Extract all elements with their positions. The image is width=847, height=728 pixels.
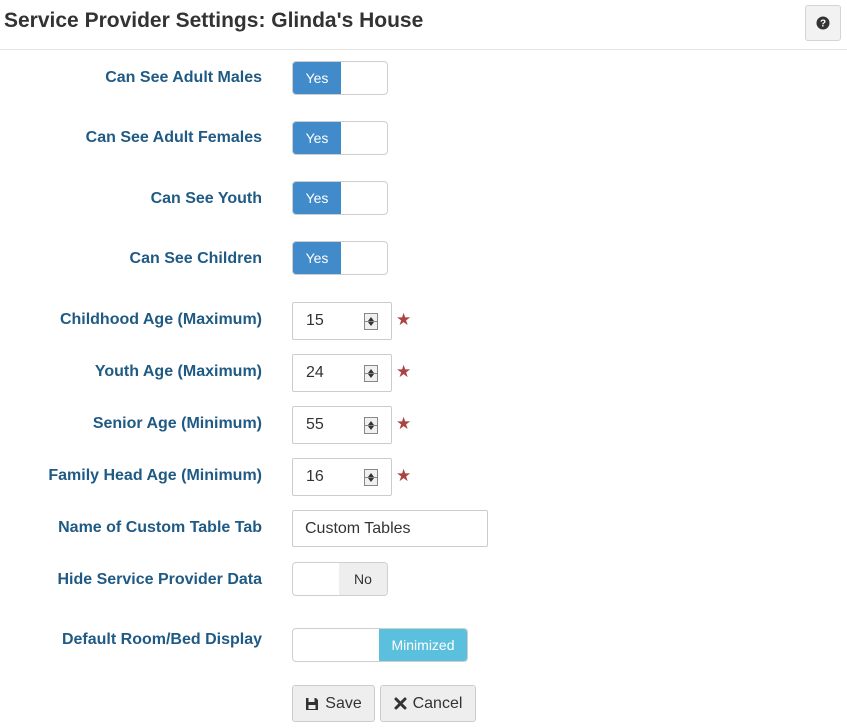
input-value: 15 (306, 312, 324, 329)
page-title: Service Provider Settings: Glinda's Hous… (4, 9, 424, 32)
required-star-icon: ★ (396, 466, 412, 485)
custom-table-tab-input[interactable] (292, 510, 488, 547)
toggle-on-label: Yes (293, 62, 341, 94)
input-value: 16 (306, 468, 324, 485)
label-senior-age-min: Senior Age (Minimum) (92, 415, 262, 432)
number-spinner[interactable] (364, 365, 378, 382)
question-circle-icon: ? (816, 16, 830, 30)
required-star-icon: ★ (396, 362, 412, 381)
page-header: Service Provider Settings: Glinda's Hous… (0, 0, 847, 50)
toggle-default-room-bed-display[interactable]: Minimized (292, 628, 468, 662)
toggle-off-label: No (339, 563, 387, 595)
number-spinner[interactable] (364, 417, 378, 434)
save-button-label: Save (325, 694, 362, 712)
label-hide-service-provider-data: Hide Service Provider Data (57, 571, 262, 588)
toggle-hide-service-provider-data[interactable]: No (292, 562, 388, 596)
number-spinner[interactable] (364, 469, 378, 486)
save-button[interactable]: Save (292, 685, 375, 722)
toggle-can-see-adult-females[interactable]: Yes (292, 121, 388, 155)
childhood-age-max-input[interactable]: 15 (292, 302, 392, 340)
input-value: 24 (306, 364, 324, 381)
label-can-see-adult-males: Can See Adult Males (105, 69, 262, 86)
label-custom-table-tab: Name of Custom Table Tab (58, 519, 262, 536)
label-childhood-age-max: Childhood Age (Maximum) (59, 311, 262, 328)
number-spinner[interactable] (364, 313, 378, 330)
floppy-disk-icon (306, 697, 319, 710)
senior-age-min-input[interactable]: 55 (292, 406, 392, 444)
label-can-see-youth: Can See Youth (150, 190, 262, 207)
cancel-button-label: Cancel (412, 694, 463, 712)
toggle-on-label: Yes (293, 122, 341, 154)
toggle-can-see-adult-males[interactable]: Yes (292, 61, 388, 95)
label-family-head-age-min: Family Head Age (Minimum) (48, 467, 262, 484)
help-button[interactable]: ? (805, 5, 841, 41)
input-value: 55 (306, 416, 324, 433)
toggle-selected-label: Minimized (379, 629, 467, 661)
toggle-on-label: Yes (293, 182, 341, 214)
toggle-can-see-children[interactable]: Yes (292, 241, 388, 275)
toggle-on-label: Yes (293, 242, 341, 274)
required-star-icon: ★ (396, 414, 412, 433)
family-head-age-min-input[interactable]: 16 (292, 458, 392, 496)
required-star-icon: ★ (396, 310, 412, 329)
close-icon (394, 697, 407, 710)
svg-text:?: ? (820, 19, 826, 30)
youth-age-max-input[interactable]: 24 (292, 354, 392, 392)
toggle-can-see-youth[interactable]: Yes (292, 181, 388, 215)
label-can-see-adult-females: Can See Adult Females (85, 129, 262, 146)
label-default-room-bed-display: Default Room/Bed Display (61, 631, 262, 648)
cancel-button[interactable]: Cancel (380, 685, 476, 722)
label-can-see-children: Can See Children (129, 250, 262, 267)
label-youth-age-max: Youth Age (Maximum) (94, 363, 262, 380)
